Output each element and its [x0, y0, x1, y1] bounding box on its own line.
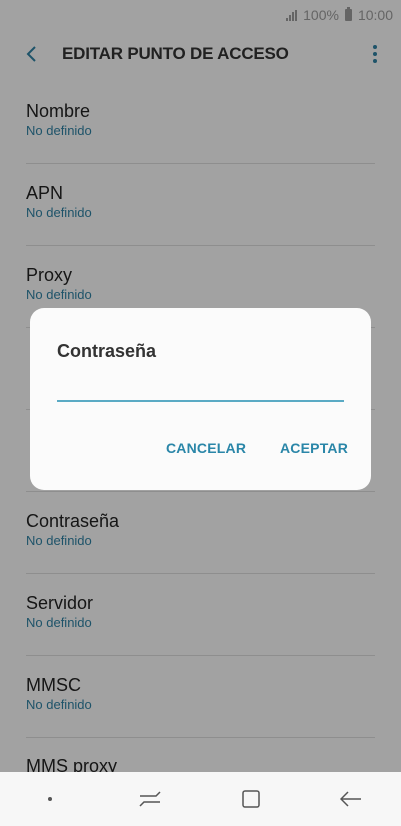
- home-button[interactable]: [221, 772, 281, 826]
- dialog-title: Contraseña: [57, 341, 157, 361]
- accept-button[interactable]: ACEPTAR: [280, 440, 348, 456]
- recent-apps-icon: [139, 791, 161, 807]
- nav-dot-button[interactable]: [20, 772, 80, 826]
- password-input[interactable]: [57, 372, 344, 402]
- screen: 100% 10:00 EDITAR PUNTO DE ACCESO Nombre…: [0, 0, 401, 826]
- navigation-bar: [0, 772, 401, 826]
- recent-apps-button[interactable]: [120, 772, 180, 826]
- cancel-button[interactable]: CANCELAR: [166, 440, 246, 456]
- home-square-icon: [241, 790, 260, 808]
- back-nav-button[interactable]: [321, 772, 381, 826]
- back-nav-icon: [339, 791, 361, 807]
- password-dialog: Contraseña CANCELAR ACEPTAR: [30, 308, 371, 490]
- dot-icon: [48, 797, 53, 801]
